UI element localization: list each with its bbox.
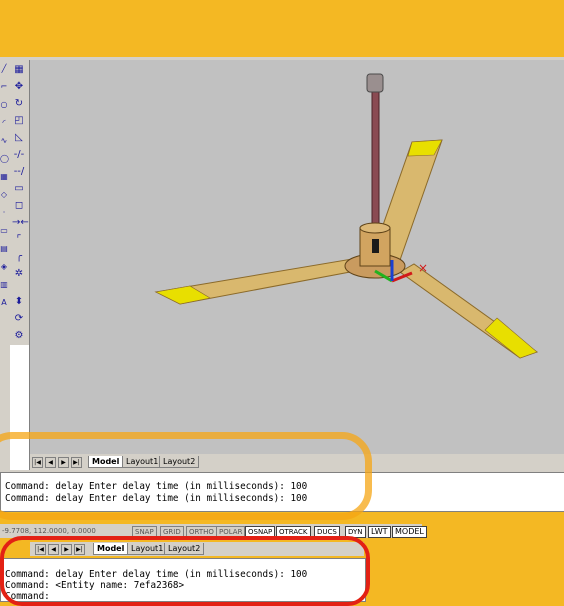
polyline-icon[interactable]: ⌐ [0, 82, 8, 92]
ceiling-fan-drawing: × [154, 73, 539, 359]
properties-icon[interactable]: ⬍ [12, 296, 26, 308]
insert-icon[interactable]: ▭ [0, 226, 8, 236]
fan-downrod [371, 89, 380, 241]
move-icon[interactable]: ✥ [12, 81, 26, 93]
arc-icon[interactable]: ◜ [0, 118, 8, 128]
highlight-orange-outline [0, 432, 372, 520]
extend-icon[interactable]: --/ [12, 166, 26, 178]
gradient-icon[interactable]: ▥ [0, 280, 8, 290]
trim-icon[interactable]: -/- [12, 149, 26, 161]
point-icon[interactable]: · [0, 208, 8, 218]
table-icon[interactable]: ▤ [0, 244, 8, 254]
highlight-red-outline [0, 536, 370, 606]
fan-canopy [366, 73, 384, 93]
model-viewport[interactable]: × [30, 60, 564, 454]
ellipse-icon[interactable]: ◯ [0, 154, 9, 164]
join-icon[interactable]: →← [12, 217, 29, 229]
circle-icon[interactable]: ○ [0, 100, 8, 110]
explode-icon[interactable]: ✲ [12, 268, 26, 280]
chamfer-icon[interactable]: ⌜ [12, 234, 26, 246]
orbit-icon[interactable]: ⟳ [12, 313, 26, 325]
rectangle-icon[interactable]: ▭ [12, 183, 26, 195]
scale-icon[interactable]: ◰ [12, 115, 26, 127]
fan-motor-top [359, 222, 391, 234]
text-icon[interactable]: A [0, 298, 8, 308]
modify-toolbar: ▦ ✥ ↻ ◰ ◺ -/- --/ ▭ ◻ →← ⌜ ╭ ✲ ⬍ ⟳ ⚙ [10, 60, 30, 345]
model-space-toggle[interactable]: MODEL [392, 526, 427, 538]
rotate-icon[interactable]: ↻ [12, 98, 26, 110]
ucs-cross-icon: × [418, 261, 428, 275]
render-icon[interactable]: ⚙ [12, 330, 26, 342]
coordinate-readout: -9.7708, 112.0000, 0.0000 [2, 527, 96, 535]
fillet-icon[interactable]: ╭ [12, 251, 26, 263]
hatch-icon[interactable]: ▦ [0, 172, 8, 182]
block-icon[interactable]: ◈ [0, 262, 8, 272]
spline-icon[interactable]: ∿ [0, 136, 8, 146]
region-icon[interactable]: ◇ [0, 190, 8, 200]
fan-switch [372, 239, 379, 253]
lwt-toggle[interactable]: LWT [368, 526, 391, 538]
line-icon[interactable]: ╱ [0, 64, 8, 74]
select-icon[interactable]: ▦ [12, 64, 26, 76]
break-icon[interactable]: ◻ [12, 200, 26, 212]
stretch-icon[interactable]: ◺ [12, 132, 26, 144]
